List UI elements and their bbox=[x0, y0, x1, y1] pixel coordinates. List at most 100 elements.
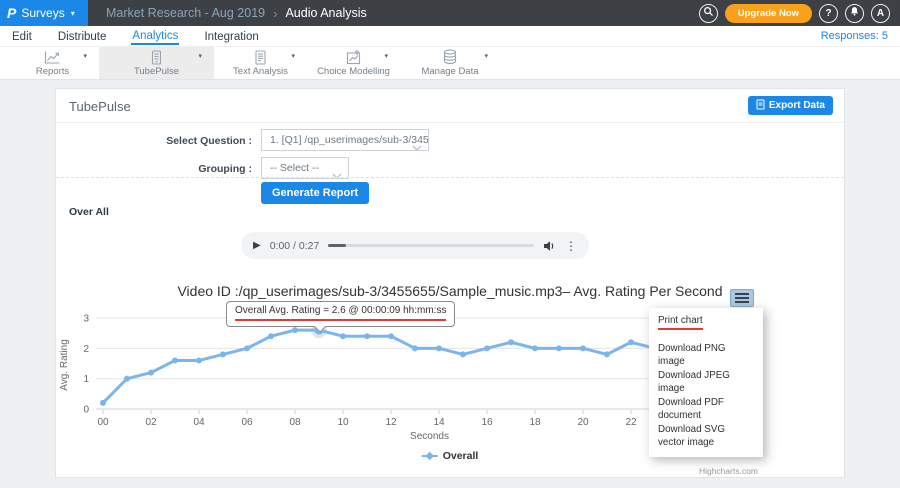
audio-time: 0:00 / 0:27 bbox=[270, 240, 320, 252]
breadcrumb: Market Research - Aug 2019 › Audio Analy… bbox=[88, 0, 367, 26]
search-icon bbox=[703, 6, 714, 20]
product-switcher[interactable]: P Surveys ▾ bbox=[0, 0, 88, 26]
audio-seek-bar[interactable] bbox=[328, 244, 534, 247]
question-select[interactable]: 1. [Q1] /qp_userimages/sub-3/3455655/S..… bbox=[261, 129, 429, 151]
tool-reports[interactable]: Reports ▾ bbox=[6, 47, 99, 79]
x-axis-tick-label: 06 bbox=[241, 417, 253, 428]
data-point[interactable] bbox=[508, 339, 514, 345]
chevron-down-icon[interactable]: ▾ bbox=[198, 52, 202, 60]
data-point[interactable] bbox=[412, 345, 418, 351]
data-point[interactable] bbox=[580, 345, 586, 351]
tool-label: Reports bbox=[36, 66, 69, 77]
page-content: TubePulse Export Data Select Question : … bbox=[0, 80, 900, 488]
x-axis-tick-label: 08 bbox=[289, 417, 301, 428]
top-bar: P Surveys ▾ Market Research - Aug 2019 ›… bbox=[0, 0, 900, 26]
generate-report-button[interactable]: Generate Report bbox=[261, 182, 369, 204]
x-axis-tick-label: 12 bbox=[385, 417, 397, 428]
breadcrumb-survey[interactable]: Market Research - Aug 2019 bbox=[106, 6, 265, 20]
more-options-icon[interactable]: ⋮ bbox=[565, 239, 577, 253]
data-point[interactable] bbox=[364, 333, 370, 339]
avatar[interactable]: A bbox=[871, 4, 890, 23]
x-axis-tick-label: 20 bbox=[577, 417, 589, 428]
chart-export-menu-button[interactable] bbox=[730, 289, 754, 307]
legend-label: Overall bbox=[443, 450, 479, 462]
data-point[interactable] bbox=[556, 345, 562, 351]
dashed-divider bbox=[56, 177, 844, 178]
data-point[interactable] bbox=[124, 376, 130, 382]
export-data-label: Export Data bbox=[769, 100, 825, 111]
menu-item-distribute[interactable]: Distribute bbox=[57, 29, 108, 44]
y-axis-tick-label: 3 bbox=[83, 314, 89, 325]
highcharts-credits[interactable]: Highcharts.com bbox=[699, 466, 758, 476]
data-point[interactable] bbox=[148, 370, 154, 376]
export-data-button[interactable]: Export Data bbox=[748, 96, 833, 115]
menu-item-analytics[interactable]: Analytics bbox=[131, 28, 179, 45]
play-button[interactable]: ▶ bbox=[253, 240, 261, 251]
chart-tooltip-text: Overall Avg. Rating = 2.6 @ 00:00:09 hh:… bbox=[235, 305, 446, 321]
x-axis-tick-label: 18 bbox=[529, 417, 541, 428]
chart-legend[interactable]: Overall bbox=[422, 450, 479, 462]
chevron-down-icon[interactable]: ▾ bbox=[384, 52, 388, 60]
menu-item-download-jpeg[interactable]: Download JPEG image bbox=[649, 369, 763, 396]
tool-label: Text Analysis bbox=[233, 66, 288, 77]
search-button[interactable] bbox=[699, 4, 718, 23]
menu-item-download-svg[interactable]: Download SVG vector image bbox=[649, 423, 763, 450]
data-point[interactable] bbox=[436, 345, 442, 351]
model-chart-icon bbox=[346, 50, 362, 65]
data-point[interactable] bbox=[628, 339, 634, 345]
notifications-button[interactable] bbox=[845, 4, 864, 23]
chevron-down-icon bbox=[412, 138, 422, 151]
audio-seek-handle[interactable] bbox=[328, 244, 346, 247]
tool-tubepulse[interactable]: TubePulse ▾ bbox=[99, 47, 214, 79]
help-button[interactable]: ? bbox=[819, 4, 838, 23]
data-point[interactable] bbox=[340, 333, 346, 339]
menu-item-integration[interactable]: Integration bbox=[203, 29, 259, 44]
volume-icon[interactable] bbox=[543, 240, 556, 252]
responses-count[interactable]: Responses: 5 bbox=[821, 30, 888, 42]
tool-choice-modelling[interactable]: Choice Modelling ▾ bbox=[307, 47, 400, 79]
legend-marker-diamond bbox=[425, 452, 433, 460]
data-point[interactable] bbox=[532, 345, 538, 351]
data-point[interactable] bbox=[388, 333, 394, 339]
data-point[interactable] bbox=[244, 345, 250, 351]
data-point[interactable] bbox=[196, 357, 202, 363]
select-question-label: Select Question : bbox=[56, 135, 252, 147]
line-chart-icon bbox=[44, 50, 61, 65]
tool-label: Manage Data bbox=[421, 66, 478, 77]
question-select-value: 1. [Q1] /qp_userimages/sub-3/3455655/S..… bbox=[270, 134, 429, 146]
chart-tooltip: Overall Avg. Rating = 2.6 @ 00:00:09 hh:… bbox=[226, 301, 455, 327]
data-point[interactable] bbox=[100, 400, 106, 406]
y-axis-title: Avg. Rating bbox=[59, 339, 70, 391]
tool-manage-data[interactable]: Manage Data ▾ bbox=[400, 47, 500, 79]
menu-item-download-png[interactable]: Download PNG image bbox=[649, 342, 763, 369]
bell-icon bbox=[849, 6, 860, 20]
chevron-down-icon[interactable]: ▾ bbox=[291, 52, 295, 60]
chart-title: Video ID :/qp_userimages/sub-3/3455655/S… bbox=[56, 283, 844, 299]
tool-text-analysis[interactable]: Text Analysis ▾ bbox=[214, 47, 307, 79]
chevron-down-icon[interactable]: ▾ bbox=[484, 52, 488, 60]
tool-label: TubePulse bbox=[134, 66, 179, 77]
menu-bar: Edit Distribute Analytics Integration Re… bbox=[0, 26, 900, 47]
menu-item-download-pdf[interactable]: Download PDF document bbox=[649, 396, 763, 423]
tool-label: Choice Modelling bbox=[317, 66, 390, 77]
database-icon bbox=[442, 49, 458, 65]
chevron-down-icon[interactable]: ▾ bbox=[83, 52, 87, 60]
data-point[interactable] bbox=[460, 351, 466, 357]
data-point[interactable] bbox=[220, 351, 226, 357]
data-point[interactable] bbox=[292, 327, 298, 333]
menu-item-print-chart[interactable]: Print chart bbox=[649, 313, 763, 333]
x-axis-tick-label: 02 bbox=[145, 417, 157, 428]
data-point[interactable] bbox=[604, 351, 610, 357]
data-point[interactable] bbox=[484, 345, 490, 351]
questionpro-logo: P bbox=[7, 5, 16, 21]
grouping-select[interactable]: -- Select -- bbox=[261, 157, 349, 179]
upgrade-now-button[interactable]: Upgrade Now bbox=[725, 4, 812, 23]
x-axis-tick-label: 22 bbox=[625, 417, 637, 428]
menu-separator bbox=[649, 333, 763, 342]
x-axis-title: Seconds bbox=[410, 431, 449, 442]
data-point[interactable] bbox=[172, 357, 178, 363]
audio-player: ▶ 0:00 / 0:27 ⋮ bbox=[241, 232, 589, 259]
data-point[interactable] bbox=[268, 333, 274, 339]
chart-section: Video ID :/qp_userimages/sub-3/3455655/S… bbox=[56, 279, 844, 477]
menu-item-edit[interactable]: Edit bbox=[11, 29, 33, 44]
